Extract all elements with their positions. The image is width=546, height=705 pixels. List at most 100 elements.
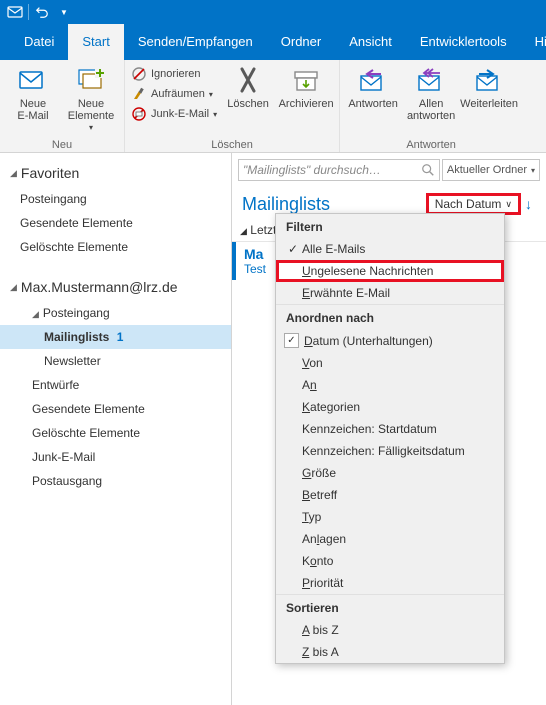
folder-title: Mailinglists xyxy=(242,194,330,215)
ignore-button[interactable]: Ignorieren xyxy=(131,64,217,84)
arrange-kategorien[interactable]: Kategorien xyxy=(276,396,504,418)
reply-button[interactable]: Antworten xyxy=(346,64,400,122)
fav-inbox[interactable]: Posteingang xyxy=(0,187,231,211)
tab-start[interactable]: Start xyxy=(68,24,123,60)
menu-item-label: Typ xyxy=(302,510,321,524)
arrange-typ[interactable]: Typ xyxy=(276,506,504,528)
scope-label: Aktueller Ordner xyxy=(447,164,527,176)
outbox-folder[interactable]: Postausgang xyxy=(0,469,231,493)
menu-item-label: Kennzeichen: Fälligkeitsdatum xyxy=(302,444,465,458)
collapse-icon: ◢ xyxy=(10,282,17,293)
customize-qat-icon[interactable]: ▼ xyxy=(53,1,75,23)
group-header-label: Letzt xyxy=(250,223,276,237)
sort-az[interactable]: A bis Z xyxy=(276,619,504,641)
delete-icon xyxy=(232,64,264,96)
message-list-pane: "Mailinglists" durchsuch… Aktueller Ordn… xyxy=(232,153,546,705)
quick-access-toolbar: ▼ xyxy=(0,0,546,24)
new-email-button[interactable]: Neue E-Mail xyxy=(6,64,60,134)
junk-icon xyxy=(131,106,147,122)
menu-item-label: Kategorien xyxy=(302,400,360,414)
ribbon-group-neu: Neue E-Mail Neue Elemente ▾ Neu xyxy=(0,60,125,152)
sort-direction-button[interactable]: ↓ xyxy=(521,196,536,212)
favorites-header[interactable]: ◢ Favoriten xyxy=(0,159,231,187)
menu-item-label: Betreff xyxy=(302,488,337,502)
tab-senden-empfangen[interactable]: Senden/Empfangen xyxy=(124,24,267,60)
menu-item-label: Erwähnte E-Mail xyxy=(302,286,390,300)
filter-all-emails[interactable]: ✓ Alle E-Mails xyxy=(276,238,504,260)
menu-section-sort: Sortieren xyxy=(276,594,504,619)
reply-all-button[interactable]: Allen antworten xyxy=(404,64,458,122)
search-placeholder: "Mailinglists" durchsuch… xyxy=(243,163,381,177)
forward-icon xyxy=(473,64,505,96)
chevron-down-icon: ▾ xyxy=(531,166,535,175)
arrange-flag-start[interactable]: Kennzeichen: Startdatum xyxy=(276,418,504,440)
menu-item-label: An xyxy=(302,378,317,392)
menu-item-label: Kennzeichen: Startdatum xyxy=(302,422,437,436)
mailinglists-folder[interactable]: Mailinglists 1 xyxy=(0,325,231,349)
delete-button[interactable]: Löschen xyxy=(221,64,275,124)
arrange-date[interactable]: ✓ Datum (Unterhaltungen) xyxy=(276,329,504,352)
arrange-anlagen[interactable]: Anlagen xyxy=(276,528,504,550)
search-input[interactable]: "Mailinglists" durchsuch… xyxy=(238,159,440,181)
sort-za[interactable]: Z bis A xyxy=(276,641,504,663)
ribbon: Neue E-Mail Neue Elemente ▾ Neu Ignorier… xyxy=(0,60,546,153)
tab-ordner[interactable]: Ordner xyxy=(267,24,335,60)
cleanup-button[interactable]: Aufräumen ▾ xyxy=(131,84,217,104)
reply-all-label: Allen antworten xyxy=(407,98,455,122)
arrange-konto[interactable]: Konto xyxy=(276,550,504,572)
new-items-label: Neue Elemente xyxy=(68,98,114,122)
search-icon xyxy=(421,163,435,177)
sort-label: Nach Datum xyxy=(435,197,502,211)
menu-section-arrange: Anordnen nach xyxy=(276,304,504,329)
junk-label: Junk-E-Mail xyxy=(151,108,209,120)
reply-label: Antworten xyxy=(348,98,398,110)
reply-all-icon xyxy=(415,64,447,96)
arrange-prioritaet[interactable]: Priorität xyxy=(276,572,504,594)
fav-sent[interactable]: Gesendete Elemente xyxy=(0,211,231,235)
fav-deleted[interactable]: Gelöschte Elemente xyxy=(0,235,231,259)
inbox-folder[interactable]: ◢Posteingang xyxy=(0,301,231,325)
tab-datei[interactable]: Datei xyxy=(10,24,68,60)
menu-item-label: Z bis A xyxy=(302,645,339,659)
tab-entwicklertools[interactable]: Entwicklertools xyxy=(406,24,521,60)
arrange-an[interactable]: An xyxy=(276,374,504,396)
tab-hilfe[interactable]: Hilfe xyxy=(521,24,546,60)
account-header[interactable]: ◢ Max.Mustermann@lrz.de xyxy=(0,273,231,301)
new-email-icon xyxy=(17,64,49,96)
junk-button[interactable]: Junk-E-Mail ▾ xyxy=(131,104,217,124)
ignore-icon xyxy=(131,66,147,82)
ribbon-group-label: Neu xyxy=(6,138,118,151)
menu-item-label: Alle E-Mails xyxy=(302,242,365,256)
collapse-icon: ◢ xyxy=(10,168,17,179)
new-items-button[interactable]: Neue Elemente ▾ xyxy=(64,64,118,134)
cleanup-icon xyxy=(131,86,147,102)
filter-unread[interactable]: Ungelesene Nachrichten xyxy=(276,260,504,282)
filter-mentioned[interactable]: Erwähnte E-Mail xyxy=(276,282,504,304)
archive-button[interactable]: Archivieren xyxy=(279,64,333,124)
deleted-folder[interactable]: Gelöschte Elemente xyxy=(0,421,231,445)
menu-item-label: Größe xyxy=(302,466,336,480)
ribbon-group-label: Antworten xyxy=(346,138,516,151)
forward-button[interactable]: Weiterleiten xyxy=(462,64,516,122)
delete-label: Löschen xyxy=(227,98,269,110)
arrange-groesse[interactable]: Größe xyxy=(276,462,504,484)
menu-item-label: Anlagen xyxy=(302,532,346,546)
account-label: Max.Mustermann@lrz.de xyxy=(21,279,178,295)
chevron-down-icon: ∨ xyxy=(505,199,512,210)
menu-item-label: Konto xyxy=(302,554,333,568)
mailinglists-label: Mailinglists xyxy=(44,330,109,344)
junk-folder[interactable]: Junk-E-Mail xyxy=(0,445,231,469)
arrange-von[interactable]: Von xyxy=(276,352,504,374)
ribbon-tabs: Datei Start Senden/Empfangen Ordner Ansi… xyxy=(0,24,546,60)
menu-item-label: Von xyxy=(302,356,323,370)
sort-dropdown-button[interactable]: Nach Datum ∨ xyxy=(426,193,521,215)
drafts-folder[interactable]: Entwürfe xyxy=(0,373,231,397)
undo-icon[interactable] xyxy=(31,1,53,23)
arrange-flag-due[interactable]: Kennzeichen: Fälligkeitsdatum xyxy=(276,440,504,462)
content-area: ◢ Favoriten Posteingang Gesendete Elemen… xyxy=(0,153,546,705)
sent-folder[interactable]: Gesendete Elemente xyxy=(0,397,231,421)
newsletter-folder[interactable]: Newsletter xyxy=(0,349,231,373)
arrange-betreff[interactable]: Betreff xyxy=(276,484,504,506)
tab-ansicht[interactable]: Ansicht xyxy=(335,24,406,60)
search-scope-dropdown[interactable]: Aktueller Ordner ▾ xyxy=(442,159,540,181)
